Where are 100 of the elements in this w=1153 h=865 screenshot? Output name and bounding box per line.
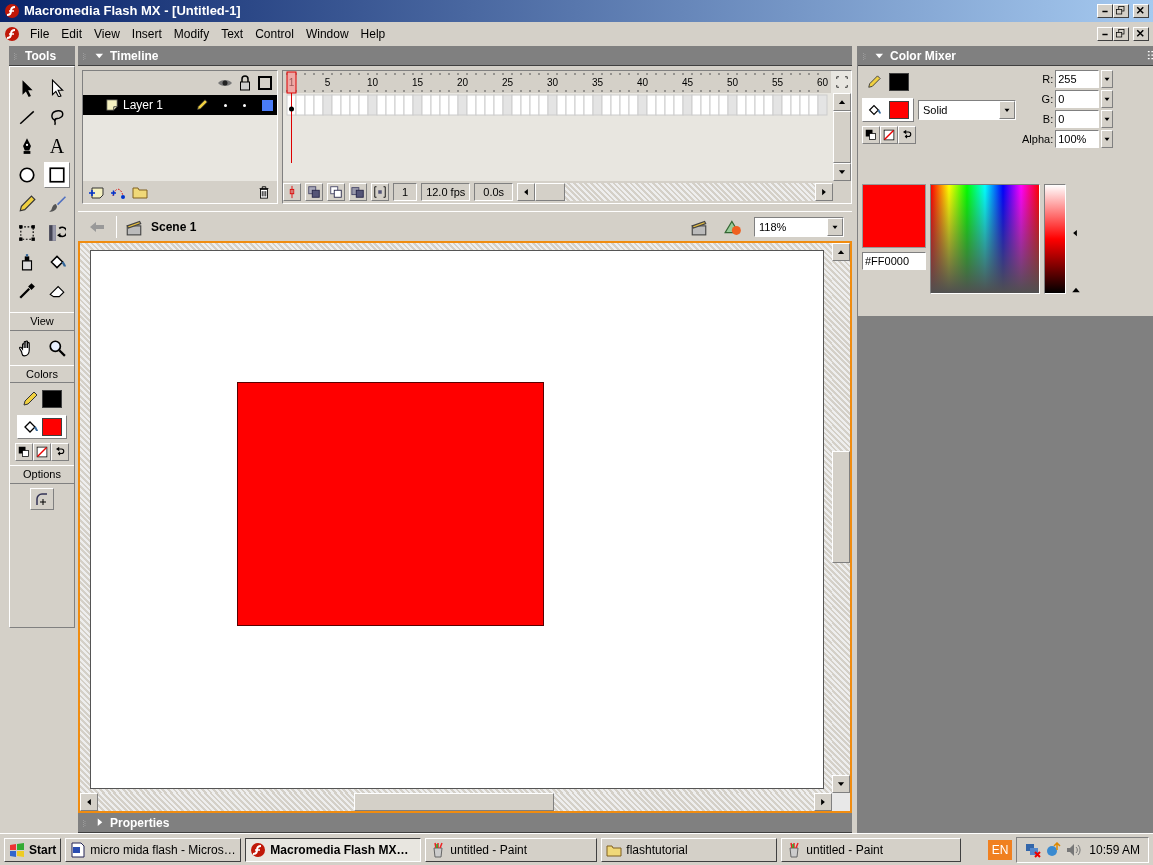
color-swatch[interactable] (889, 73, 909, 91)
onion-skin-button[interactable] (305, 183, 323, 201)
default-colors-button[interactable] (15, 443, 33, 461)
channel-label: B: (1041, 111, 1054, 127)
channel-slider-button[interactable] (1101, 130, 1114, 148)
scrollbar-thumb[interactable] (535, 183, 566, 201)
text-tool-button[interactable]: A (44, 133, 70, 159)
swap-arrows-button[interactable] (51, 443, 69, 461)
elapsed-time: 0.0s (474, 183, 514, 201)
minimize-button[interactable] (1097, 27, 1113, 41)
close-button[interactable] (1133, 4, 1149, 18)
scrollbar-thumb[interactable] (833, 111, 851, 163)
default-colors-button[interactable] (862, 126, 880, 144)
channel-field[interactable]: 100% (1055, 130, 1100, 148)
menu-item[interactable]: View (88, 25, 126, 43)
color-swatch[interactable] (889, 101, 909, 119)
scroll-down-button[interactable] (833, 163, 851, 181)
channel-label: R: (1041, 71, 1054, 87)
rectangle-tool-button[interactable] (44, 162, 70, 188)
bucket-icon (22, 419, 38, 435)
round-f-logo-icon (4, 26, 20, 42)
fill-color-control[interactable] (17, 415, 67, 439)
channel-label: Alpha: (1022, 131, 1054, 147)
bucket-icon (867, 103, 881, 117)
hex-field[interactable]: #FF0000 (862, 252, 926, 270)
menu-item[interactable]: Help (354, 25, 392, 43)
restore-button[interactable] (1113, 27, 1129, 41)
horizontal-scrollbar[interactable] (80, 793, 832, 811)
fill-type-dropdown[interactable]: Solid (918, 100, 1016, 120)
panel-header[interactable]: Tools (9, 46, 75, 66)
playhead-button[interactable] (283, 183, 301, 201)
channel-field[interactable]: 0 (1055, 110, 1100, 128)
scroll-right-button[interactable] (815, 183, 833, 201)
channel-field[interactable]: 255 (1055, 70, 1100, 88)
taskbar-button[interactable]: untitled - Paint (781, 837, 962, 862)
window-title: Macromedia Flash MX - [Untitled-1] (24, 2, 241, 21)
channel-slider-button[interactable] (1101, 90, 1114, 108)
layer-row[interactable]: Layer 1 (83, 95, 277, 115)
close-icon (1135, 28, 1147, 40)
menu-item[interactable]: Modify (167, 25, 216, 43)
frame-number: 5 (324, 77, 331, 88)
horizontal-scrollbar[interactable] (517, 183, 833, 201)
close-button[interactable] (1133, 27, 1149, 41)
frame-ruler[interactable] (283, 71, 831, 93)
taskbar-button[interactable]: Macromedia Flash MX… (245, 837, 422, 862)
minimize-button[interactable] (1097, 4, 1113, 18)
menu-item[interactable]: File (24, 25, 56, 43)
channel-slider-button[interactable] (1101, 70, 1114, 88)
fill-color-control[interactable] (862, 98, 914, 122)
panel-title: Timeline (110, 47, 159, 65)
panel-header[interactable]: Properties (78, 813, 852, 833)
bracket-frames-button[interactable] (371, 183, 389, 201)
minimize-icon (1101, 9, 1109, 13)
menu-item[interactable]: Text (215, 25, 250, 43)
frame-cells[interactable] (286, 94, 828, 116)
frame-number: 25 (501, 77, 514, 88)
color-swatch[interactable] (42, 390, 62, 408)
scroll-up-button[interactable] (832, 243, 850, 261)
taskbar-button[interactable]: flashtutorial (601, 837, 778, 862)
zoom-dropdown[interactable]: 118% (754, 216, 844, 237)
scroll-up-button[interactable] (833, 93, 851, 111)
taskbar-button[interactable]: micro mida flash - Micros… (65, 837, 242, 862)
scroll-left-button[interactable] (517, 183, 536, 201)
scroll-left-button[interactable] (80, 793, 98, 811)
vertical-scrollbar[interactable] (832, 243, 850, 793)
taskbar-button[interactable]: untitled - Paint (425, 837, 598, 862)
line-icon (18, 108, 36, 126)
color-swatch[interactable] (42, 418, 62, 436)
globe-arrow-icon (1045, 841, 1062, 858)
channel-field[interactable]: 0 (1055, 90, 1100, 108)
round-f-logo-icon (250, 841, 267, 858)
scrollbar-thumb[interactable] (832, 451, 850, 563)
color-spectrum[interactable] (930, 184, 1040, 294)
panel-header[interactable]: Timeline (78, 46, 852, 66)
stage-canvas[interactable] (90, 250, 824, 789)
onion-outline-button[interactable] (327, 183, 345, 201)
panel-title: Properties (110, 814, 170, 832)
menu-item[interactable]: Window (299, 25, 355, 43)
pencil-icon (196, 99, 208, 111)
panel-header[interactable]: Color Mixer (858, 46, 1153, 66)
menu-item[interactable]: Control (249, 25, 300, 43)
brightness-bar[interactable] (1044, 184, 1066, 294)
menu-item[interactable]: Insert (125, 25, 168, 43)
no-color-button[interactable] (33, 443, 51, 461)
channel-slider-button[interactable] (1101, 110, 1114, 128)
swap-arrows-button[interactable] (898, 126, 916, 144)
scroll-down-button[interactable] (832, 775, 850, 793)
restore-icon (1115, 5, 1127, 17)
restore-button[interactable] (1113, 4, 1129, 18)
playhead[interactable] (286, 71, 297, 117)
frame-number: 60 (816, 77, 829, 88)
frame-number: 1 (288, 77, 295, 88)
snap-button[interactable] (30, 487, 54, 510)
edit-frames-button[interactable] (349, 183, 367, 201)
scroll-right-button[interactable] (814, 793, 832, 811)
frame-number: 15 (411, 77, 424, 88)
start-button[interactable]: Start (4, 837, 62, 862)
menu-item[interactable]: Edit (55, 25, 89, 43)
no-color-button[interactable] (880, 126, 898, 144)
scrollbar-thumb[interactable] (354, 793, 554, 811)
